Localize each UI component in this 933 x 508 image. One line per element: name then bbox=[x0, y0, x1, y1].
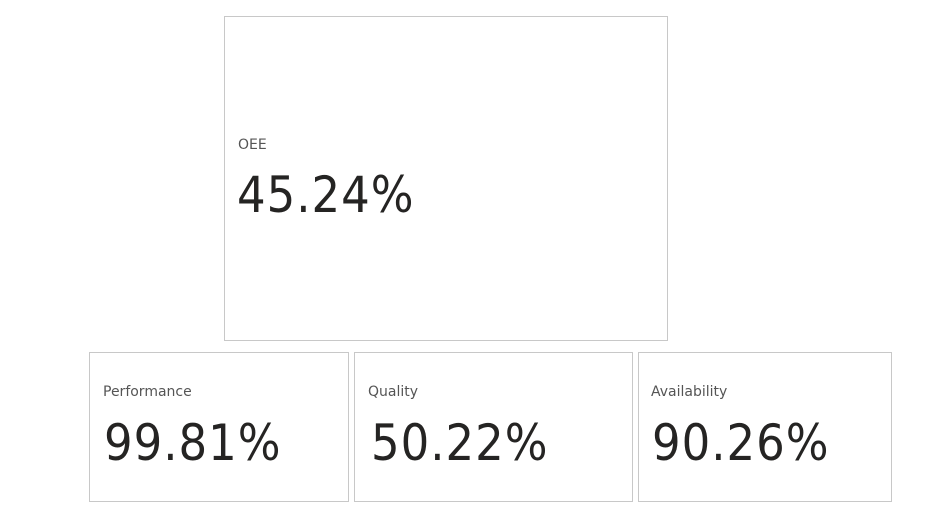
performance-card-value: 99.81% bbox=[104, 414, 282, 472]
availability-card: Availability 90.26% bbox=[638, 352, 892, 502]
quality-card-label: Quality bbox=[368, 384, 419, 400]
quality-card: Quality 50.22% bbox=[354, 352, 633, 502]
availability-card-value: 90.26% bbox=[652, 414, 830, 472]
availability-card-label: Availability bbox=[651, 384, 728, 400]
oee-card-label: OEE bbox=[238, 137, 267, 153]
performance-card-label: Performance bbox=[103, 384, 192, 400]
performance-card: Performance 99.81% bbox=[89, 352, 349, 502]
quality-card-value: 50.22% bbox=[371, 414, 549, 472]
oee-card-value: 45.24% bbox=[237, 166, 415, 224]
oee-card: OEE 45.24% bbox=[224, 16, 668, 341]
